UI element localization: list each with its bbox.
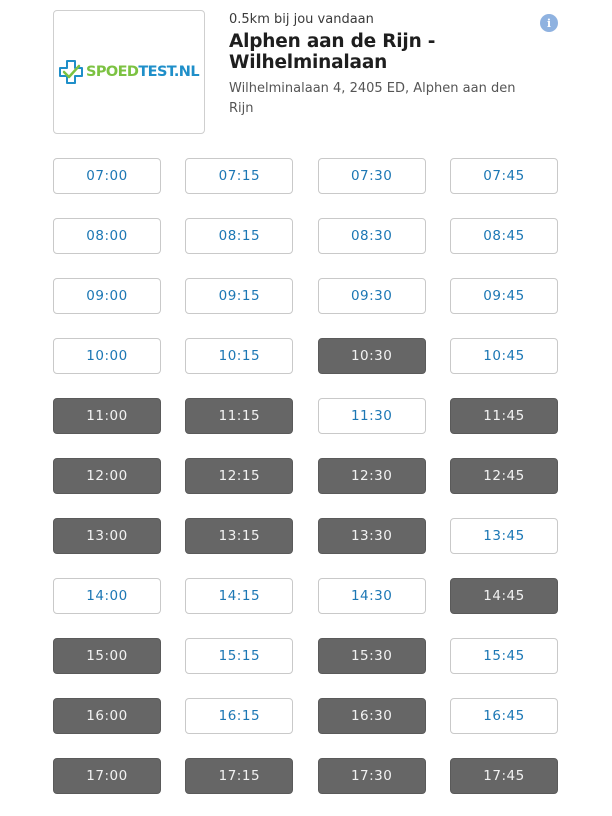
- time-slot-row: 13:00 13:15 13:30 13:45: [53, 518, 558, 554]
- spoedtest-logo: SPOEDTEST.NL: [59, 60, 200, 84]
- time-slot-row: 14:00 14:15 14:30 14:45: [53, 578, 558, 614]
- time-slot-button[interactable]: 07:15: [185, 158, 294, 194]
- logo-text-test: TEST.NL: [138, 64, 199, 80]
- time-slot-unavailable: 16:30: [317, 698, 426, 734]
- time-slot-row: 10:00 10:15 10:30 10:45: [53, 338, 558, 374]
- time-slot-unavailable: 13:00: [53, 518, 161, 554]
- time-slot-button[interactable]: 09:45: [449, 278, 558, 314]
- time-slot-row: 09:00 09:15 09:30 09:45: [53, 278, 558, 314]
- location-distance: 0.5km bij jou vandaan: [229, 12, 374, 27]
- time-slot-button[interactable]: 07:45: [449, 158, 558, 194]
- logo-text-spoed: SPOED: [86, 64, 139, 80]
- location-title: Alphen aan de Rijn - Wilhelminalaan: [229, 31, 436, 73]
- time-slot-button[interactable]: 09:30: [317, 278, 426, 314]
- time-slot-row: 11:00 11:15 11:30 11:45: [53, 398, 558, 434]
- time-slot-unavailable: 10:30: [317, 338, 426, 374]
- time-slot-unavailable: 15:00: [53, 638, 161, 674]
- time-slot-button[interactable]: 13:45: [449, 518, 558, 554]
- time-slot-button[interactable]: 10:45: [449, 338, 558, 374]
- time-slot-row: 16:00 16:15 16:30 16:45: [53, 698, 558, 734]
- time-slot-row: 08:00 08:15 08:30 08:45: [53, 218, 558, 254]
- time-slot-button[interactable]: 14:00: [53, 578, 161, 614]
- time-slot-unavailable: 12:45: [449, 458, 558, 494]
- time-slot-button[interactable]: 11:30: [317, 398, 426, 434]
- location-address: Wilhelminalaan 4, 2405 ED, Alphen aan de…: [229, 81, 516, 116]
- time-slot-unavailable: 12:00: [53, 458, 161, 494]
- time-slot-unavailable: 17:15: [185, 758, 294, 794]
- time-slot-unavailable: 17:30: [317, 758, 426, 794]
- time-slot-row: 12:00 12:15 12:30 12:45: [53, 458, 558, 494]
- time-slot-unavailable: 15:30: [317, 638, 426, 674]
- location-logo: SPOEDTEST.NL: [53, 10, 205, 134]
- info-icon[interactable]: i: [540, 14, 558, 32]
- time-slot-unavailable: 11:00: [53, 398, 161, 434]
- time-slot-button[interactable]: 14:30: [317, 578, 426, 614]
- time-slot-unavailable: 17:00: [53, 758, 161, 794]
- time-slot-button[interactable]: 10:00: [53, 338, 161, 374]
- time-slot-button[interactable]: 15:45: [449, 638, 558, 674]
- time-slot-unavailable: 11:15: [185, 398, 294, 434]
- medical-cross-icon: [59, 60, 84, 84]
- location-info: 0.5km bij jou vandaan Alphen aan de Rijn…: [229, 10, 534, 119]
- time-slot-button[interactable]: 15:15: [185, 638, 294, 674]
- time-slot-button[interactable]: 16:45: [449, 698, 558, 734]
- time-slot-button[interactable]: 10:15: [185, 338, 294, 374]
- time-slot-row: 07:00 07:15 07:30 07:45: [53, 158, 558, 194]
- time-slot-button[interactable]: 09:15: [185, 278, 294, 314]
- time-slot-button[interactable]: 16:15: [185, 698, 294, 734]
- logo-text: SPOEDTEST.NL: [86, 64, 200, 80]
- time-slot-unavailable: 12:30: [317, 458, 426, 494]
- time-slot-unavailable: 11:45: [449, 398, 558, 434]
- time-slot-row: 17:00 17:15 17:30 17:45: [53, 758, 558, 794]
- time-slot-button[interactable]: 07:30: [317, 158, 426, 194]
- time-slot-button[interactable]: 08:15: [185, 218, 294, 254]
- time-slot-button[interactable]: 08:45: [449, 218, 558, 254]
- location-header: SPOEDTEST.NL 0.5km bij jou vandaan Alphe…: [53, 10, 558, 134]
- time-slot-unavailable: 17:45: [449, 758, 558, 794]
- time-slot-grid: 07:00 07:15 07:30 07:45 08:00 08:15 08:30 08:45…: [53, 158, 558, 816]
- time-slot-button[interactable]: 08:30: [317, 218, 426, 254]
- time-slot-button[interactable]: 09:00: [53, 278, 161, 314]
- time-slot-button[interactable]: 08:00: [53, 218, 161, 254]
- time-slot-unavailable: 16:00: [53, 698, 161, 734]
- time-slot-unavailable: 13:15: [185, 518, 294, 554]
- time-slot-unavailable: 14:45: [449, 578, 558, 614]
- time-slot-unavailable: 12:15: [185, 458, 294, 494]
- time-slot-button[interactable]: 14:15: [185, 578, 294, 614]
- time-slot-unavailable: 13:30: [317, 518, 426, 554]
- time-slot-button[interactable]: 07:00: [53, 158, 161, 194]
- time-slot-row: 15:00 15:15 15:30 15:45: [53, 638, 558, 674]
